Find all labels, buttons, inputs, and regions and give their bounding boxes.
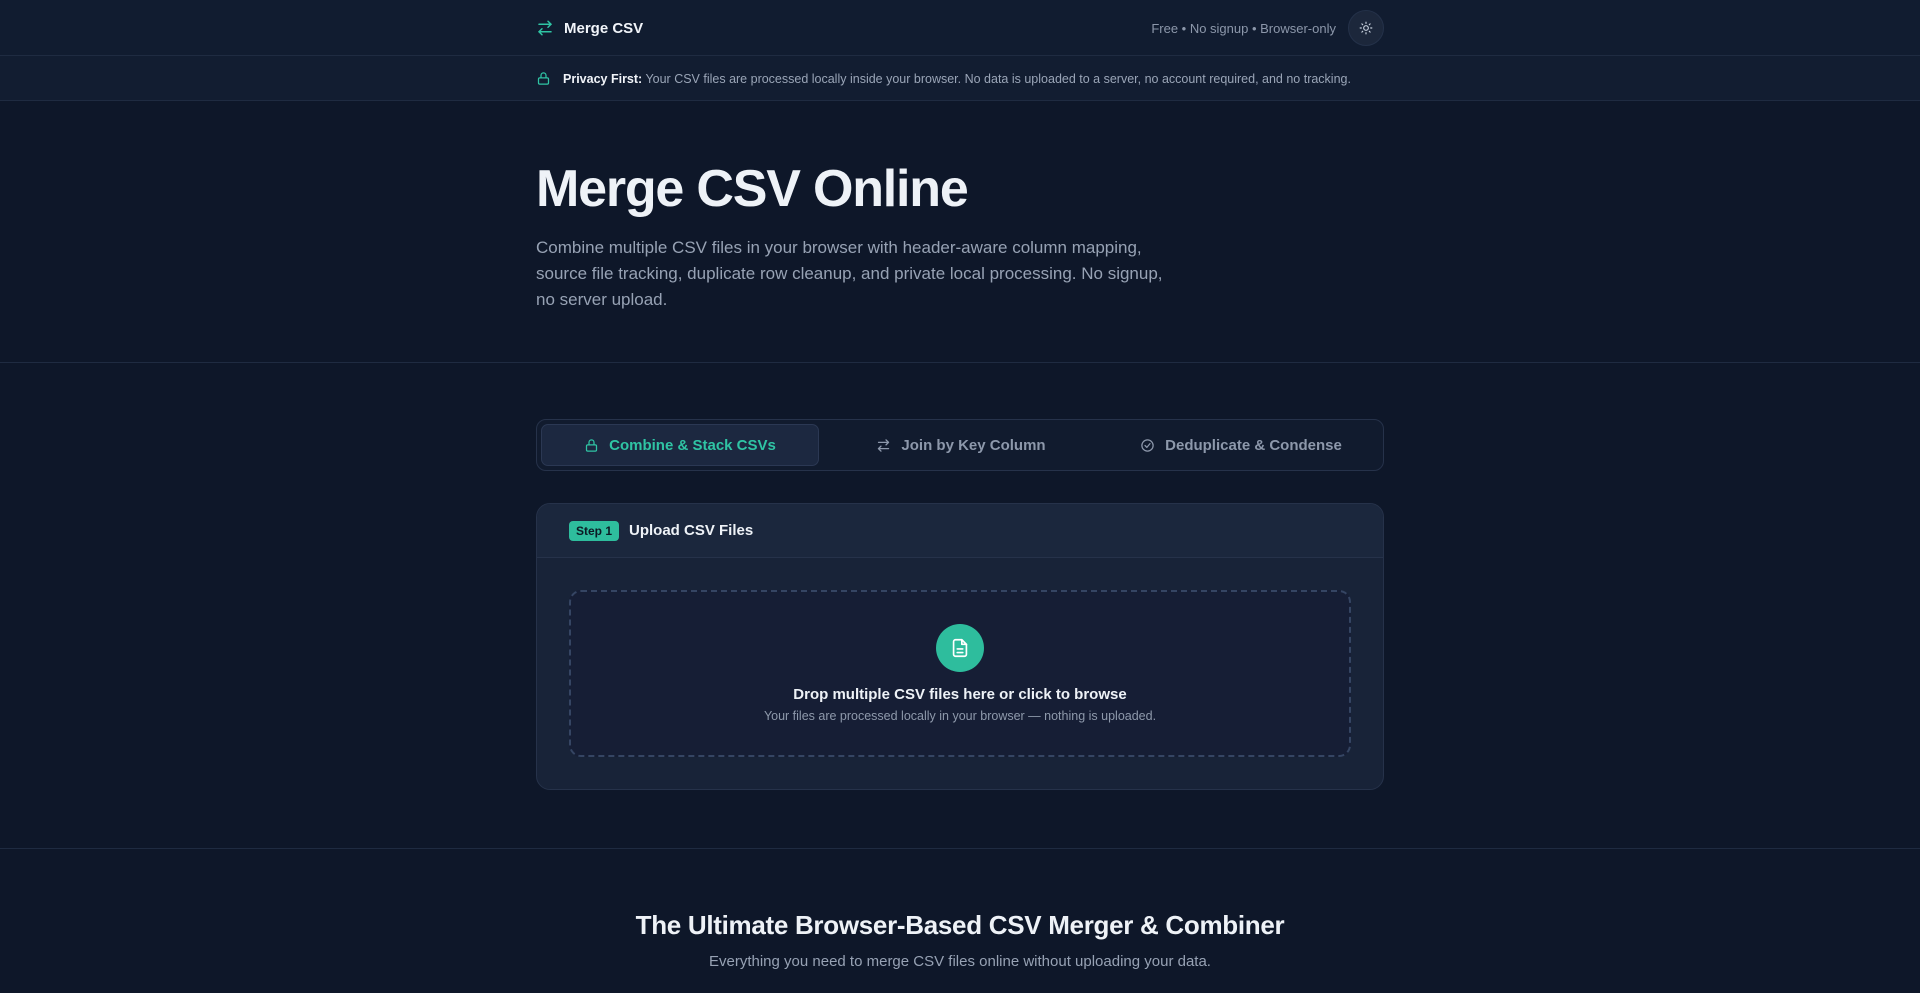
brand[interactable]: Merge CSV — [536, 19, 643, 37]
brand-name: Merge CSV — [564, 19, 644, 37]
upload-step-card: Step 1 Upload CSV Files Drop multiple CS… — [536, 503, 1384, 790]
tab-join-key-column[interactable]: Join by Key Column — [823, 424, 1099, 466]
step-header: Step 1 Upload CSV Files — [537, 504, 1383, 558]
theme-toggle-button[interactable] — [1348, 10, 1384, 46]
section-divider — [0, 848, 1920, 849]
step-badge: Step 1 — [569, 520, 620, 541]
arrows-swap-icon — [876, 438, 891, 453]
mode-tabs: Combine & Stack CSVs Join by Key Column … — [536, 419, 1384, 471]
arrows-swap-icon — [536, 19, 554, 37]
lock-icon — [584, 438, 599, 453]
privacy-text: Privacy First: Your CSV files are proces… — [563, 72, 1351, 86]
file-dropzone[interactable]: Drop multiple CSV files here or click to… — [569, 590, 1351, 757]
dropzone-subtitle: Your files are processed locally in your… — [763, 709, 1157, 723]
sun-icon — [1359, 21, 1373, 35]
features-section: The Ultimate Browser-Based CSV Merger & … — [0, 910, 1920, 970]
page-subtitle: Combine multiple CSV files in your brows… — [536, 238, 1163, 309]
features-title: The Ultimate Browser-Based CSV Merger & … — [635, 910, 1285, 940]
features-subtitle: Everything you need to merge CSV files o… — [709, 953, 1211, 970]
check-circle-icon — [1140, 438, 1155, 453]
lock-icon — [536, 71, 551, 86]
header-tagline: Free • No signup • Browser-only — [1151, 20, 1336, 36]
main-tool: Combine & Stack CSVs Join by Key Column … — [536, 419, 1384, 790]
top-header: Merge CSV Free • No signup • Browser-onl… — [0, 0, 1920, 56]
page-title: Merge CSV Online — [536, 160, 969, 218]
tab-combine-stack[interactable]: Combine & Stack CSVs — [541, 424, 819, 466]
file-icon — [936, 624, 984, 672]
privacy-label: Privacy First: — [563, 71, 643, 86]
privacy-banner: Privacy First: Your CSV files are proces… — [0, 56, 1920, 101]
dropzone-title: Drop multiple CSV files here or click to… — [793, 686, 1127, 703]
tab-label: Deduplicate & Condense — [1165, 436, 1342, 454]
tab-label: Combine & Stack CSVs — [609, 436, 776, 454]
step-title: Upload CSV Files — [629, 522, 754, 539]
privacy-message: Your CSV files are processed locally ins… — [642, 71, 1351, 86]
hero-section: Merge CSV Online Combine multiple CSV fi… — [0, 101, 1920, 363]
tab-deduplicate-condense[interactable]: Deduplicate & Condense — [1103, 424, 1379, 466]
tab-label: Join by Key Column — [901, 436, 1046, 454]
